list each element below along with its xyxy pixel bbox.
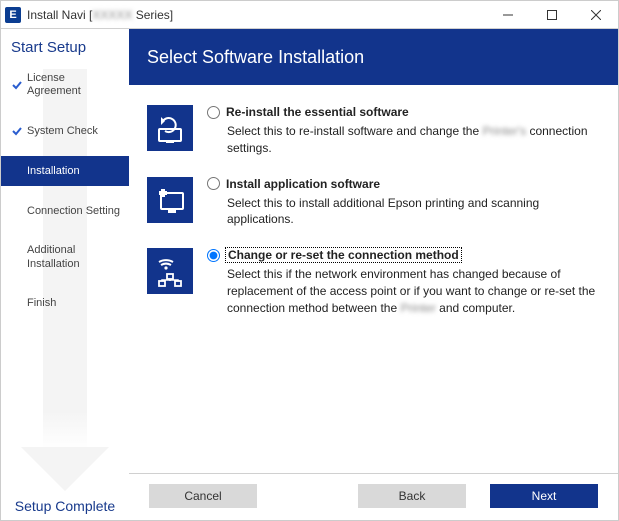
window-title: Install Navi [XXXXX Series] bbox=[27, 8, 173, 22]
option-change-connection-desc: Select this if the network environment h… bbox=[207, 266, 600, 316]
blurred-text: Printer's bbox=[482, 123, 526, 140]
close-button[interactable] bbox=[574, 1, 618, 29]
step-system-check: System Check bbox=[1, 116, 129, 146]
option-install-app-desc: Select this to install additional Epson … bbox=[207, 195, 600, 229]
progress-arrow-head bbox=[21, 447, 109, 491]
install-app-icon bbox=[147, 177, 193, 223]
blurred-text: Printer bbox=[400, 300, 435, 317]
radio-install-app[interactable] bbox=[207, 177, 220, 190]
option-reinstall-head[interactable]: Re-install the essential software bbox=[207, 105, 600, 119]
window-controls bbox=[486, 1, 618, 29]
maximize-button[interactable] bbox=[530, 1, 574, 29]
step-license-agreement: License Agreement bbox=[1, 64, 129, 106]
check-icon bbox=[11, 125, 23, 137]
option-change-connection: Change or re-set the connection method S… bbox=[147, 248, 600, 316]
reinstall-icon bbox=[147, 105, 193, 151]
sidebar-footer: Setup Complete bbox=[1, 498, 129, 514]
step-additional-installation: Additional Installation bbox=[1, 236, 129, 278]
sidebar-header: Start Setup bbox=[1, 35, 129, 64]
option-install-app-label[interactable]: Install application software bbox=[226, 177, 380, 191]
option-change-connection-label[interactable]: Change or re-set the connection method bbox=[226, 248, 461, 262]
sidebar: Start Setup License Agreement System Chec… bbox=[1, 29, 129, 520]
option-reinstall-label[interactable]: Re-install the essential software bbox=[226, 105, 409, 119]
option-reinstall: Re-install the essential software Select… bbox=[147, 105, 600, 157]
radio-change-connection[interactable] bbox=[207, 249, 220, 262]
step-label: License Agreement bbox=[27, 72, 121, 98]
content-header: Select Software Installation bbox=[129, 29, 618, 85]
content-body: Re-install the essential software Select… bbox=[129, 85, 618, 473]
option-install-app: Install application software Select this… bbox=[147, 177, 600, 229]
cancel-button[interactable]: Cancel bbox=[149, 484, 257, 508]
check-icon bbox=[11, 79, 23, 91]
back-button[interactable]: Back bbox=[358, 484, 466, 508]
step-label: Connection Setting bbox=[27, 205, 120, 218]
option-reinstall-desc: Select this to re-install software and c… bbox=[207, 123, 600, 157]
option-install-app-head[interactable]: Install application software bbox=[207, 177, 600, 191]
titlebar: E Install Navi [XXXXX Series] bbox=[1, 1, 618, 29]
title-blurred-part: XXXXX bbox=[92, 8, 132, 22]
step-finish: Finish bbox=[1, 289, 129, 319]
content: Select Software Installation Re-install … bbox=[129, 29, 618, 520]
step-list: License Agreement System Check Installatio… bbox=[1, 64, 129, 319]
next-button[interactable]: Next bbox=[490, 484, 598, 508]
network-icon bbox=[147, 248, 193, 294]
radio-reinstall[interactable] bbox=[207, 106, 220, 119]
minimize-button[interactable] bbox=[486, 1, 530, 29]
footer: Cancel Back Next bbox=[129, 473, 618, 520]
step-installation: Installation bbox=[1, 156, 129, 186]
step-label: Additional Installation bbox=[27, 244, 121, 270]
step-label: Installation bbox=[27, 165, 80, 178]
option-change-connection-head[interactable]: Change or re-set the connection method bbox=[207, 248, 600, 262]
app-icon: E bbox=[5, 7, 21, 23]
step-connection-setting: Connection Setting bbox=[1, 196, 129, 226]
step-label: System Check bbox=[27, 125, 98, 138]
step-label: Finish bbox=[27, 297, 56, 310]
